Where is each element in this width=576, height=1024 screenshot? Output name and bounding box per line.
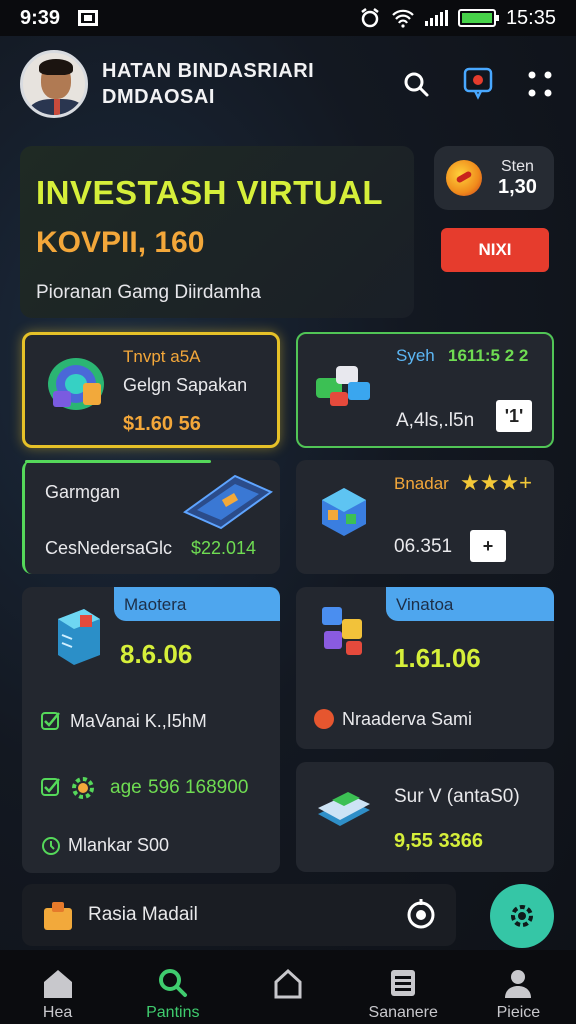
card-surv[interactable]: Sur V (antaS0) 9,55 3366 (296, 762, 554, 872)
status-time: 9:39 (20, 6, 61, 29)
card-vinatoa-row: Nraaderva Sami (342, 709, 473, 729)
card-syeh-code: 1611:5 2 2 (448, 346, 529, 365)
card-gelgn-title: Tnvpt a5A (123, 347, 201, 366)
cash-stack-icon (318, 792, 370, 826)
bottom-nav: Hea Pantins Sananere Pieice (0, 950, 576, 1024)
nav-label: Hea (42, 1004, 73, 1021)
stack-icon (391, 970, 416, 996)
card-bnadar-add-button[interactable]: + (470, 530, 506, 562)
stat-text: Sten 1,30 (498, 158, 537, 199)
card-bnadar-value: 06.351 (394, 536, 453, 557)
sim-card-icon (78, 10, 99, 26)
wifi-icon (392, 9, 414, 28)
card-vinatoa-tag: Vinatoa (386, 587, 554, 621)
stat-card[interactable]: Sten 1,30 (434, 146, 554, 210)
home-icon (43, 970, 72, 998)
card-maotera-tag: Maotera (114, 587, 280, 621)
target-icon[interactable] (404, 898, 438, 932)
card-syeh-label: Syeh (396, 346, 435, 365)
card-gelgn-value: $1.60 56 (123, 413, 201, 435)
more-icon[interactable] (524, 68, 556, 100)
card-gelgn[interactable]: Tnvpt a5A Gelgn Sapakan $1.60 56 (22, 332, 280, 448)
nav-item-house[interactable] (230, 950, 345, 1024)
rating-stars: ★★★+ (460, 470, 533, 495)
alarm-icon (361, 8, 379, 28)
nav-item-stack[interactable]: Sananere (346, 950, 461, 1024)
card-garmgan[interactable]: Garmgan CesNedersaGlc $22.014 (22, 460, 280, 574)
card-maotera-row1: MaVanai K.,I5hM (70, 711, 207, 731)
stat-value: 1,30 (498, 175, 537, 198)
card-maotera-row2-value: 596 168900 (148, 777, 249, 798)
house-outline-icon (274, 968, 302, 999)
nav-item-home[interactable]: Hea (0, 950, 115, 1024)
card-garmgan-value: $22.014 (191, 538, 257, 558)
check-badge-icon (41, 778, 60, 796)
coin-icon (446, 160, 482, 196)
profile-icon (505, 970, 532, 998)
card-syeh-value: A,4ls,.l5n (396, 410, 475, 431)
status-clock: 15:35 (505, 6, 556, 29)
settings-fab[interactable] (490, 884, 554, 948)
avatar[interactable] (20, 50, 88, 118)
nav-item-profile[interactable]: Pieice (461, 950, 576, 1024)
coin-stack-icon (48, 358, 104, 410)
card-garmgan-title: Garmgan (45, 482, 121, 502)
card-maotera-row2-label: age (110, 777, 142, 798)
nav-label: Pantins (146, 1004, 200, 1021)
card-syeh-button[interactable]: '1' (496, 400, 532, 432)
flame-icon (314, 709, 334, 729)
card-vinatoa[interactable]: Vinatoa 1.61.06 Nraaderva Sami (296, 587, 554, 749)
card-vinatoa-value: 1.61.06 (394, 643, 481, 673)
search-icon[interactable] (400, 68, 432, 100)
nav-label: Pieice (496, 1004, 541, 1021)
header-actions (400, 67, 556, 100)
nav-label: Sananere (368, 1004, 438, 1021)
clock-icon (42, 837, 60, 855)
header: HATAN BINDASRIARI DMDAOSAI (20, 46, 556, 122)
package-icon (44, 902, 72, 930)
user-name-line2: DMDAOSAI (102, 86, 215, 108)
search-icon (158, 969, 187, 997)
card-bnadar[interactable]: Bnadar ★★★+ 06.351 + (296, 460, 554, 574)
bottom-row[interactable]: Rasia Madail (22, 884, 456, 946)
signal-icon (424, 10, 448, 26)
card-maotera-row3: Mlankar S00 (68, 835, 170, 855)
card-maotera-value: 8.6.06 (120, 639, 193, 669)
gear-icon (511, 905, 533, 927)
cube-building-icon (322, 488, 366, 536)
server-cube-icon (58, 609, 100, 665)
card-bnadar-label: Bnadar (394, 474, 449, 493)
hero-title: INVESTASH VIRTUAL (36, 174, 384, 211)
card-maotera[interactable]: Maotera 8.6.06 MaVanai K.,I5hM age 596 1… (22, 587, 280, 873)
chat-icon[interactable] (462, 67, 494, 100)
block-tower-icon (322, 607, 362, 655)
hero-card: INVESTASH VIRTUAL KOVPII, 160 Pioranan G… (20, 146, 414, 318)
card-gelgn-subtitle: Gelgn Sapakan (123, 375, 248, 395)
gear-icon (72, 777, 94, 799)
stat-label: Sten (501, 157, 534, 175)
card-syeh[interactable]: Syeh 1611:5 2 2 A,4ls,.l5n '1' (296, 332, 554, 448)
hero-amount: KOVPII, 160 (36, 226, 205, 259)
check-badge-icon (41, 712, 60, 730)
phone-icon (183, 474, 273, 530)
bottom-row-label: Rasia Madail (88, 904, 198, 925)
hero-subtitle: Pioranan Gamg Diirdamha (36, 282, 261, 303)
status-bar: 9:39 15:35 (0, 0, 576, 36)
card-surv-value: 9,55 3366 (394, 830, 483, 852)
status-right: 15:35 (359, 7, 556, 30)
blocks-icon (316, 366, 370, 406)
card-surv-label: Sur V (antaS0) (394, 786, 520, 807)
user-name-line1: HATAN BINDASRIARI (102, 60, 315, 82)
card-garmgan-label: CesNedersaGlc (45, 538, 173, 558)
next-button[interactable]: NIXI (441, 228, 549, 272)
battery-icon (457, 9, 499, 27)
nav-item-search[interactable]: Pantins (115, 950, 230, 1024)
user-name: HATAN BINDASRIARI DMDAOSAI (102, 58, 314, 110)
